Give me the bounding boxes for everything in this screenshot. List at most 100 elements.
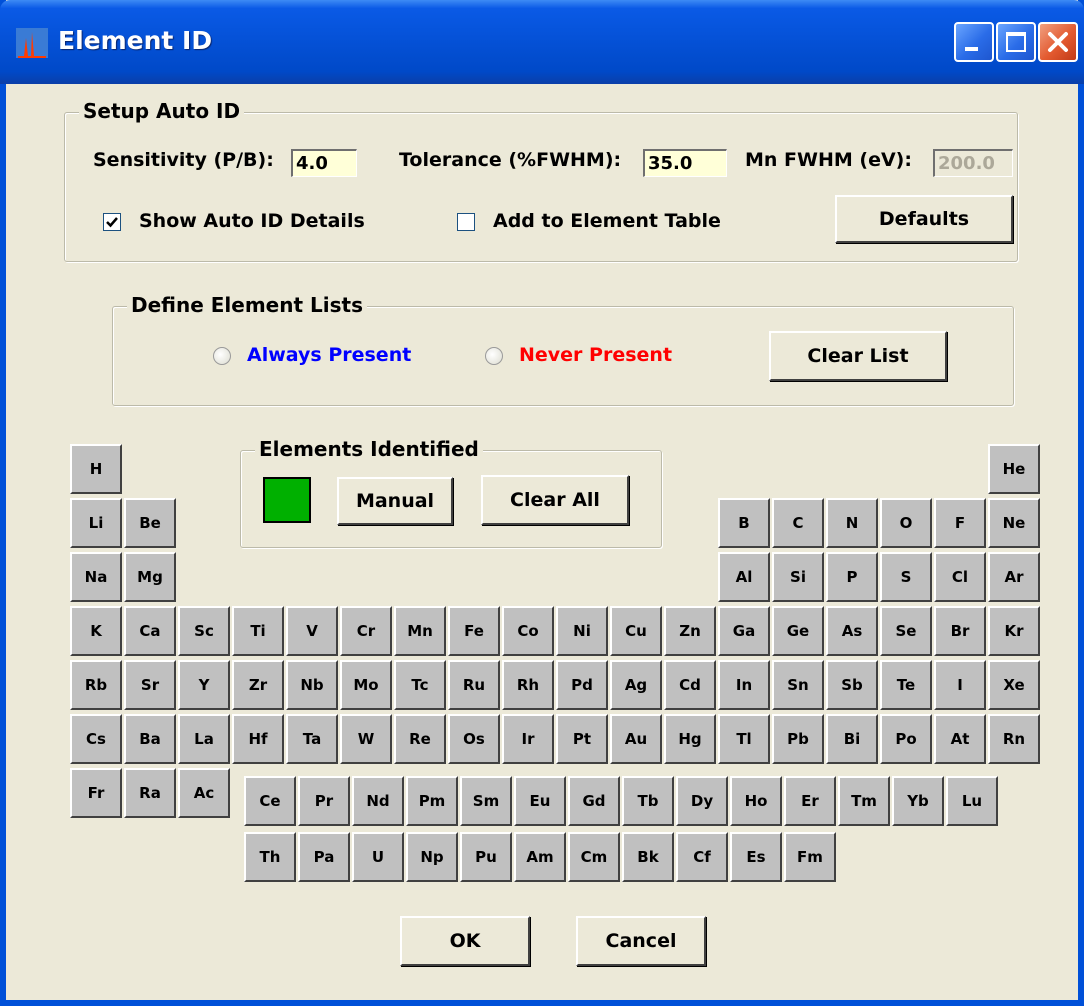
element-button-v[interactable]: V: [286, 606, 338, 656]
element-button-hg[interactable]: Hg: [664, 714, 716, 764]
manual-button[interactable]: Manual: [337, 477, 453, 525]
element-button-er[interactable]: Er: [784, 776, 836, 826]
element-button-ho[interactable]: Ho: [730, 776, 782, 826]
element-button-re[interactable]: Re: [394, 714, 446, 764]
element-button-li[interactable]: Li: [70, 498, 122, 548]
element-button-sr[interactable]: Sr: [124, 660, 176, 710]
element-button-fm[interactable]: Fm: [784, 832, 836, 882]
element-button-ar[interactable]: Ar: [988, 552, 1040, 602]
element-button-ga[interactable]: Ga: [718, 606, 770, 656]
element-button-dy[interactable]: Dy: [676, 776, 728, 826]
maximize-button[interactable]: [996, 22, 1036, 62]
element-button-h[interactable]: H: [70, 444, 122, 494]
element-button-mg[interactable]: Mg: [124, 552, 176, 602]
element-button-cu[interactable]: Cu: [610, 606, 662, 656]
element-button-n[interactable]: N: [826, 498, 878, 548]
never-present-radio[interactable]: [485, 347, 503, 365]
element-button-ru[interactable]: Ru: [448, 660, 500, 710]
clear-all-button[interactable]: Clear All: [481, 475, 629, 525]
element-button-tl[interactable]: Tl: [718, 714, 770, 764]
element-button-yb[interactable]: Yb: [892, 776, 944, 826]
element-button-si[interactable]: Si: [772, 552, 824, 602]
element-button-ge[interactable]: Ge: [772, 606, 824, 656]
element-button-o[interactable]: O: [880, 498, 932, 548]
element-button-sc[interactable]: Sc: [178, 606, 230, 656]
element-button-es[interactable]: Es: [730, 832, 782, 882]
element-button-sm[interactable]: Sm: [460, 776, 512, 826]
element-button-zr[interactable]: Zr: [232, 660, 284, 710]
element-button-nd[interactable]: Nd: [352, 776, 404, 826]
element-button-i[interactable]: I: [934, 660, 986, 710]
clear-list-button[interactable]: Clear List: [769, 331, 947, 381]
element-button-th[interactable]: Th: [244, 832, 296, 882]
element-button-y[interactable]: Y: [178, 660, 230, 710]
element-button-cl[interactable]: Cl: [934, 552, 986, 602]
close-button[interactable]: [1038, 22, 1078, 62]
element-button-cm[interactable]: Cm: [568, 832, 620, 882]
element-button-cd[interactable]: Cd: [664, 660, 716, 710]
element-button-pa[interactable]: Pa: [298, 832, 350, 882]
element-button-as[interactable]: As: [826, 606, 878, 656]
element-button-rn[interactable]: Rn: [988, 714, 1040, 764]
tolerance-input[interactable]: 35.0: [643, 149, 727, 177]
element-button-b[interactable]: B: [718, 498, 770, 548]
element-button-au[interactable]: Au: [610, 714, 662, 764]
element-button-ta[interactable]: Ta: [286, 714, 338, 764]
cancel-button[interactable]: Cancel: [576, 916, 706, 966]
element-button-np[interactable]: Np: [406, 832, 458, 882]
element-button-os[interactable]: Os: [448, 714, 500, 764]
element-button-pm[interactable]: Pm: [406, 776, 458, 826]
element-button-cf[interactable]: Cf: [676, 832, 728, 882]
minimize-button[interactable]: [954, 22, 994, 62]
element-button-am[interactable]: Am: [514, 832, 566, 882]
element-button-bk[interactable]: Bk: [622, 832, 674, 882]
element-button-u[interactable]: U: [352, 832, 404, 882]
element-button-pr[interactable]: Pr: [298, 776, 350, 826]
element-button-tm[interactable]: Tm: [838, 776, 890, 826]
element-button-al[interactable]: Al: [718, 552, 770, 602]
element-button-na[interactable]: Na: [70, 552, 122, 602]
element-button-bi[interactable]: Bi: [826, 714, 878, 764]
element-button-rb[interactable]: Rb: [70, 660, 122, 710]
element-button-ni[interactable]: Ni: [556, 606, 608, 656]
element-button-he[interactable]: He: [988, 444, 1040, 494]
title-bar[interactable]: Element ID: [0, 0, 1084, 84]
element-button-zn[interactable]: Zn: [664, 606, 716, 656]
element-button-po[interactable]: Po: [880, 714, 932, 764]
element-button-kr[interactable]: Kr: [988, 606, 1040, 656]
element-button-ne[interactable]: Ne: [988, 498, 1040, 548]
element-button-ir[interactable]: Ir: [502, 714, 554, 764]
element-button-la[interactable]: La: [178, 714, 230, 764]
element-button-c[interactable]: C: [772, 498, 824, 548]
element-button-f[interactable]: F: [934, 498, 986, 548]
element-button-w[interactable]: W: [340, 714, 392, 764]
element-button-xe[interactable]: Xe: [988, 660, 1040, 710]
element-button-ce[interactable]: Ce: [244, 776, 296, 826]
add-to-element-table-checkbox[interactable]: [457, 213, 475, 231]
element-button-sb[interactable]: Sb: [826, 660, 878, 710]
show-auto-id-details-label[interactable]: Show Auto ID Details: [139, 210, 365, 232]
add-to-element-table-label[interactable]: Add to Element Table: [493, 210, 721, 232]
always-present-radio[interactable]: [213, 347, 231, 365]
element-button-ra[interactable]: Ra: [124, 768, 176, 818]
sensitivity-input[interactable]: 4.0: [291, 149, 357, 177]
element-button-tc[interactable]: Tc: [394, 660, 446, 710]
element-button-ti[interactable]: Ti: [232, 606, 284, 656]
element-button-cs[interactable]: Cs: [70, 714, 122, 764]
element-button-in[interactable]: In: [718, 660, 770, 710]
always-present-label[interactable]: Always Present: [247, 344, 411, 366]
element-button-pt[interactable]: Pt: [556, 714, 608, 764]
defaults-button[interactable]: Defaults: [835, 195, 1013, 243]
element-button-se[interactable]: Se: [880, 606, 932, 656]
element-button-at[interactable]: At: [934, 714, 986, 764]
element-button-fe[interactable]: Fe: [448, 606, 500, 656]
element-button-cr[interactable]: Cr: [340, 606, 392, 656]
element-button-ag[interactable]: Ag: [610, 660, 662, 710]
element-button-nb[interactable]: Nb: [286, 660, 338, 710]
element-button-mo[interactable]: Mo: [340, 660, 392, 710]
element-button-be[interactable]: Be: [124, 498, 176, 548]
never-present-label[interactable]: Never Present: [519, 344, 672, 366]
element-button-sn[interactable]: Sn: [772, 660, 824, 710]
show-auto-id-details-checkbox[interactable]: [103, 213, 121, 231]
element-button-fr[interactable]: Fr: [70, 768, 122, 818]
